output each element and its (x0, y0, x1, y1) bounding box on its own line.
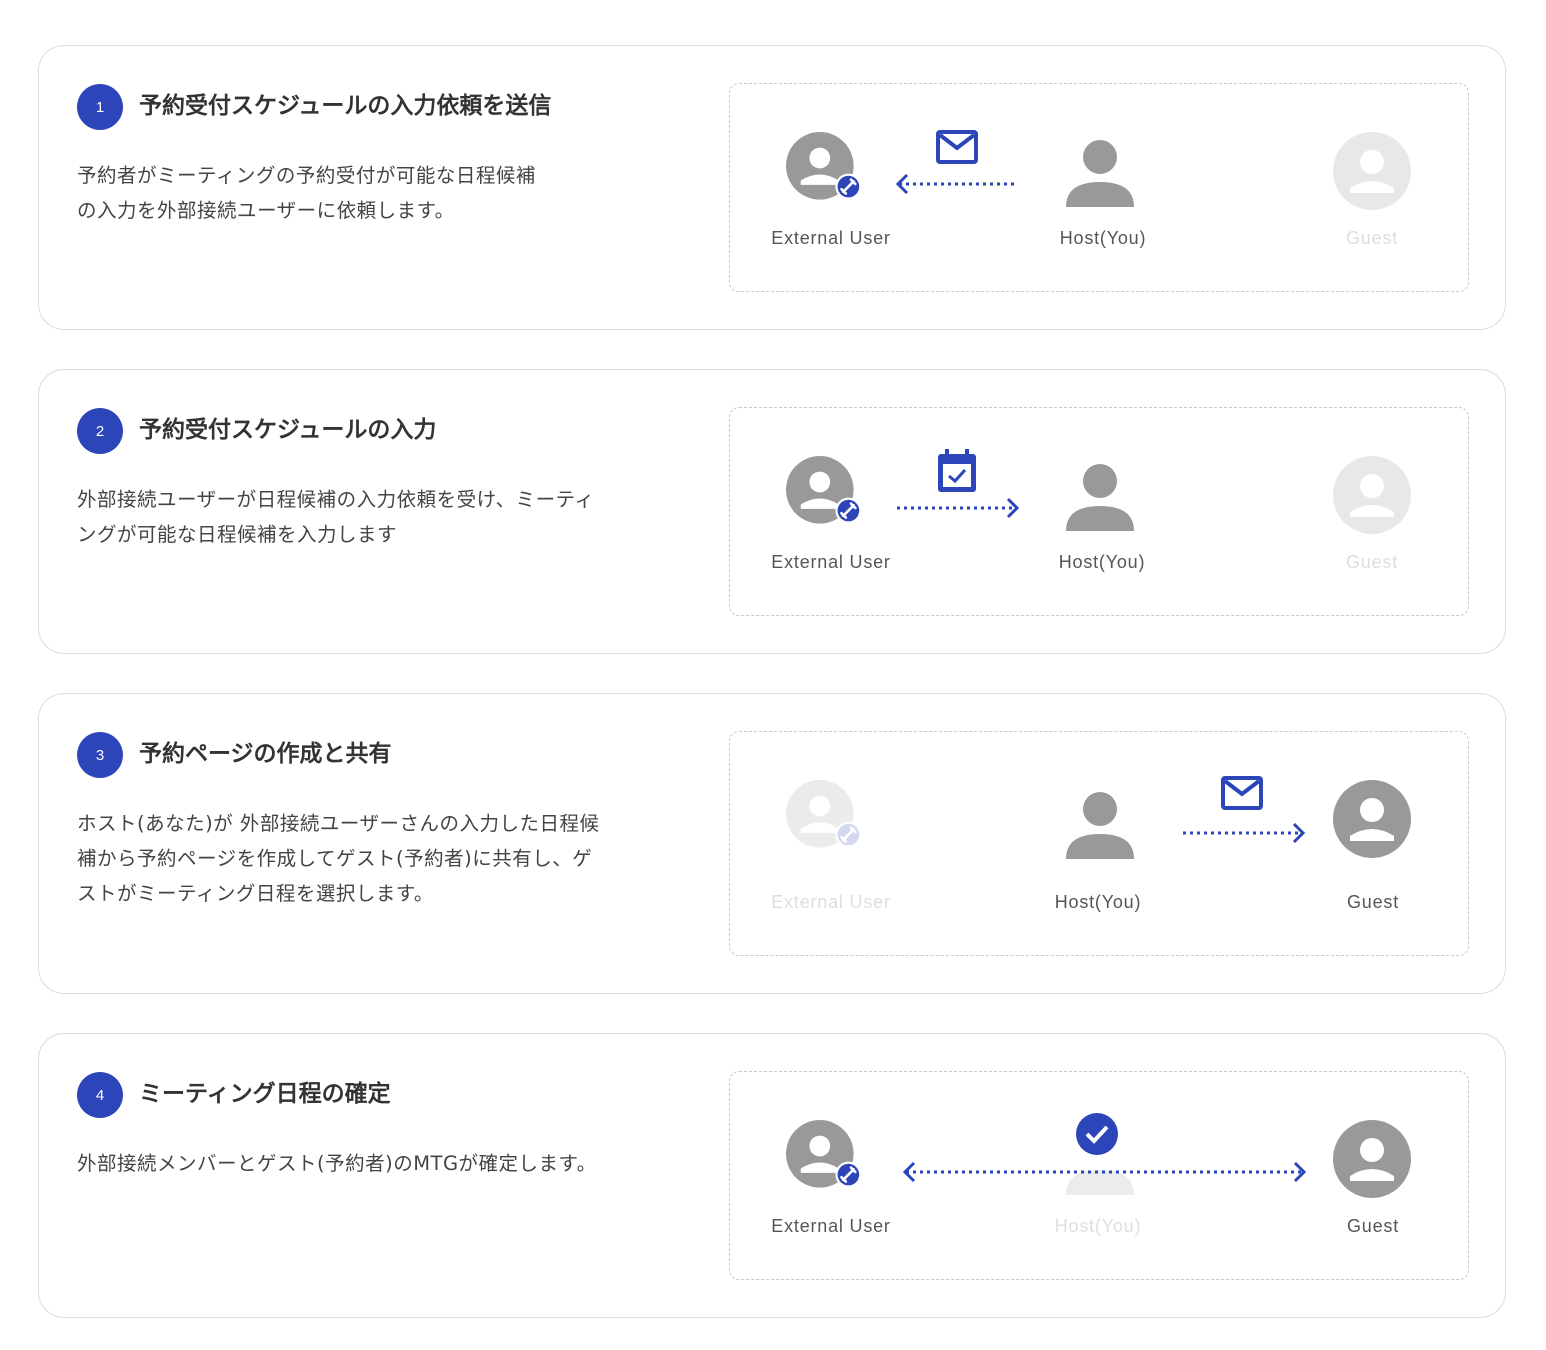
host-label: Host(You) (1058, 552, 1146, 572)
external-user-avatar (786, 1120, 862, 1188)
dotted-arrow-both (902, 1161, 1307, 1183)
external-user-avatar (786, 780, 862, 848)
description-line: 予約者がミーティングの予約受付が可能な日程候補 (77, 164, 536, 187)
flow-diagram: External User Host(You) Guest (729, 83, 1469, 292)
host-label: Host(You) (1054, 1216, 1142, 1236)
step-title: ミーティング日程の確定 (139, 1081, 391, 1107)
step-description: 外部接続ユーザーが日程候補の入力依頼を受け、ミーティ ングが可能な日程候補を入力… (77, 482, 707, 552)
guest-label: Guest (1345, 552, 1399, 572)
description-line: 補から予約ページを作成してゲスト(予約者)に共有し、ゲ (77, 847, 593, 870)
external-user-label: External User (771, 228, 891, 248)
step-description: ホスト(あなた)が 外部接続ユーザーさんの入力した日程候 補から予約ページを作成… (77, 806, 707, 911)
dotted-arrow-right (897, 497, 1020, 519)
external-user-avatar (786, 456, 862, 524)
guest-label: Guest (1345, 228, 1399, 248)
description-line: ストがミーティング日程を選択します。 (77, 882, 434, 905)
flow-diagram: External User Host(You) Guest (729, 407, 1469, 616)
mail-icon (936, 130, 978, 164)
calendar-check-icon (938, 449, 976, 492)
flow-diagram: External User Host(You) Guest (729, 1071, 1469, 1280)
check-circle-icon (1076, 1113, 1118, 1155)
external-user-label: External User (771, 892, 891, 912)
description-line: 外部接続メンバーとゲスト(予約者)のMTGが確定します。 (77, 1152, 597, 1175)
flow-diagram: External User Host(You) Guest (729, 731, 1469, 956)
description-line: 外部接続ユーザーが日程候補の入力依頼を受け、ミーティ (77, 488, 595, 511)
host-label: Host(You) (1054, 892, 1142, 912)
guest-avatar (1333, 1120, 1411, 1198)
step-card-3: 3 予約ページの作成と共有 ホスト(あなた)が 外部接続ユーザーさんの入力した日… (38, 693, 1506, 994)
step-number-badge: 4 (77, 1072, 123, 1118)
guest-avatar (1333, 780, 1411, 858)
external-user-label: External User (771, 552, 891, 572)
step-card-2: 2 予約受付スケジュールの入力 外部接続ユーザーが日程候補の入力依頼を受け、ミー… (38, 369, 1506, 654)
external-user-avatar (786, 132, 862, 200)
step-title: 予約受付スケジュールの入力依頼を送信 (139, 93, 552, 119)
host-avatar (1066, 792, 1134, 859)
step-title: 予約受付スケジュールの入力 (139, 417, 437, 443)
dotted-arrow-left (895, 173, 1017, 195)
description-line: ングが可能な日程候補を入力します (77, 523, 398, 546)
step-card-1: 1 予約受付スケジュールの入力依頼を送信 予約者がミーティングの予約受付が可能な… (38, 45, 1506, 330)
step-number-badge: 1 (77, 84, 123, 130)
guest-label: Guest (1346, 892, 1400, 912)
guest-avatar (1333, 456, 1411, 534)
mail-icon (1221, 776, 1263, 810)
guest-avatar (1333, 132, 1411, 210)
host-label: Host(You) (1059, 228, 1147, 248)
step-description: 外部接続メンバーとゲスト(予約者)のMTGが確定します。 (77, 1146, 707, 1181)
host-avatar (1066, 464, 1134, 531)
external-user-label: External User (771, 1216, 891, 1236)
step-number-badge: 2 (77, 408, 123, 454)
description-line: の入力を外部接続ユーザーに依頼します。 (77, 199, 455, 222)
step-card-4: 4 ミーティング日程の確定 外部接続メンバーとゲスト(予約者)のMTGが確定しま… (38, 1033, 1506, 1318)
dotted-arrow-right (1183, 822, 1306, 844)
step-description: 予約者がミーティングの予約受付が可能な日程候補 の入力を外部接続ユーザーに依頼し… (77, 158, 707, 228)
guest-label: Guest (1346, 1216, 1400, 1236)
description-line: ホスト(あなた)が 外部接続ユーザーさんの入力した日程候 (77, 812, 600, 835)
step-number-badge: 3 (77, 732, 123, 778)
host-avatar (1066, 140, 1134, 207)
step-title: 予約ページの作成と共有 (139, 741, 392, 767)
